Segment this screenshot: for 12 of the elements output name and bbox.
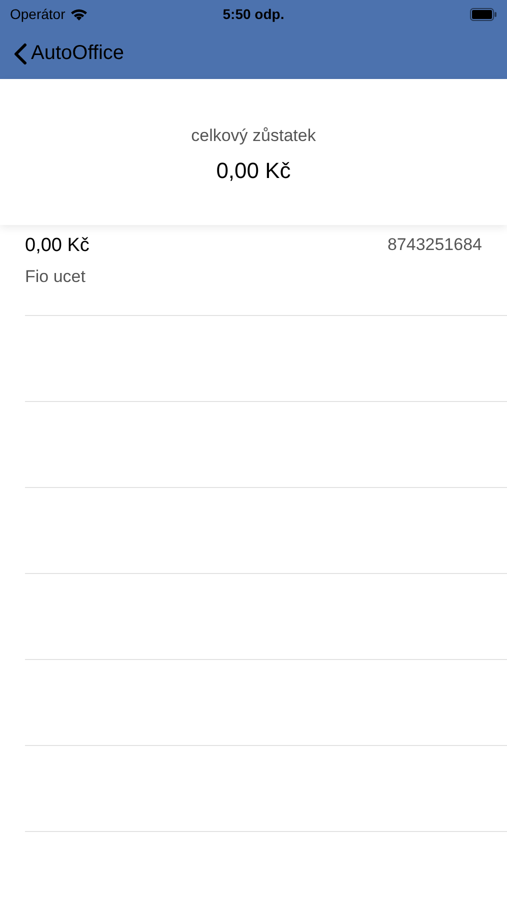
back-icon	[14, 42, 27, 64]
status-time: 5:50 odp.	[222, 6, 284, 22]
account-name: Fio ucet	[25, 267, 86, 287]
account-row[interactable]: 0,00 Kč 8743251684 Fio ucet	[25, 230, 507, 316]
carrier-name: Operátor	[10, 6, 66, 22]
summary-amount: 0,00 Kč	[216, 158, 291, 184]
summary-label: celkový zůstatek	[191, 125, 316, 146]
account-number: 8743251684	[387, 235, 482, 256]
back-button[interactable]: AutoOffice	[14, 42, 124, 65]
battery-icon	[470, 8, 497, 20]
wifi-icon	[70, 8, 88, 20]
account-balance: 0,00 Kč	[25, 235, 90, 257]
